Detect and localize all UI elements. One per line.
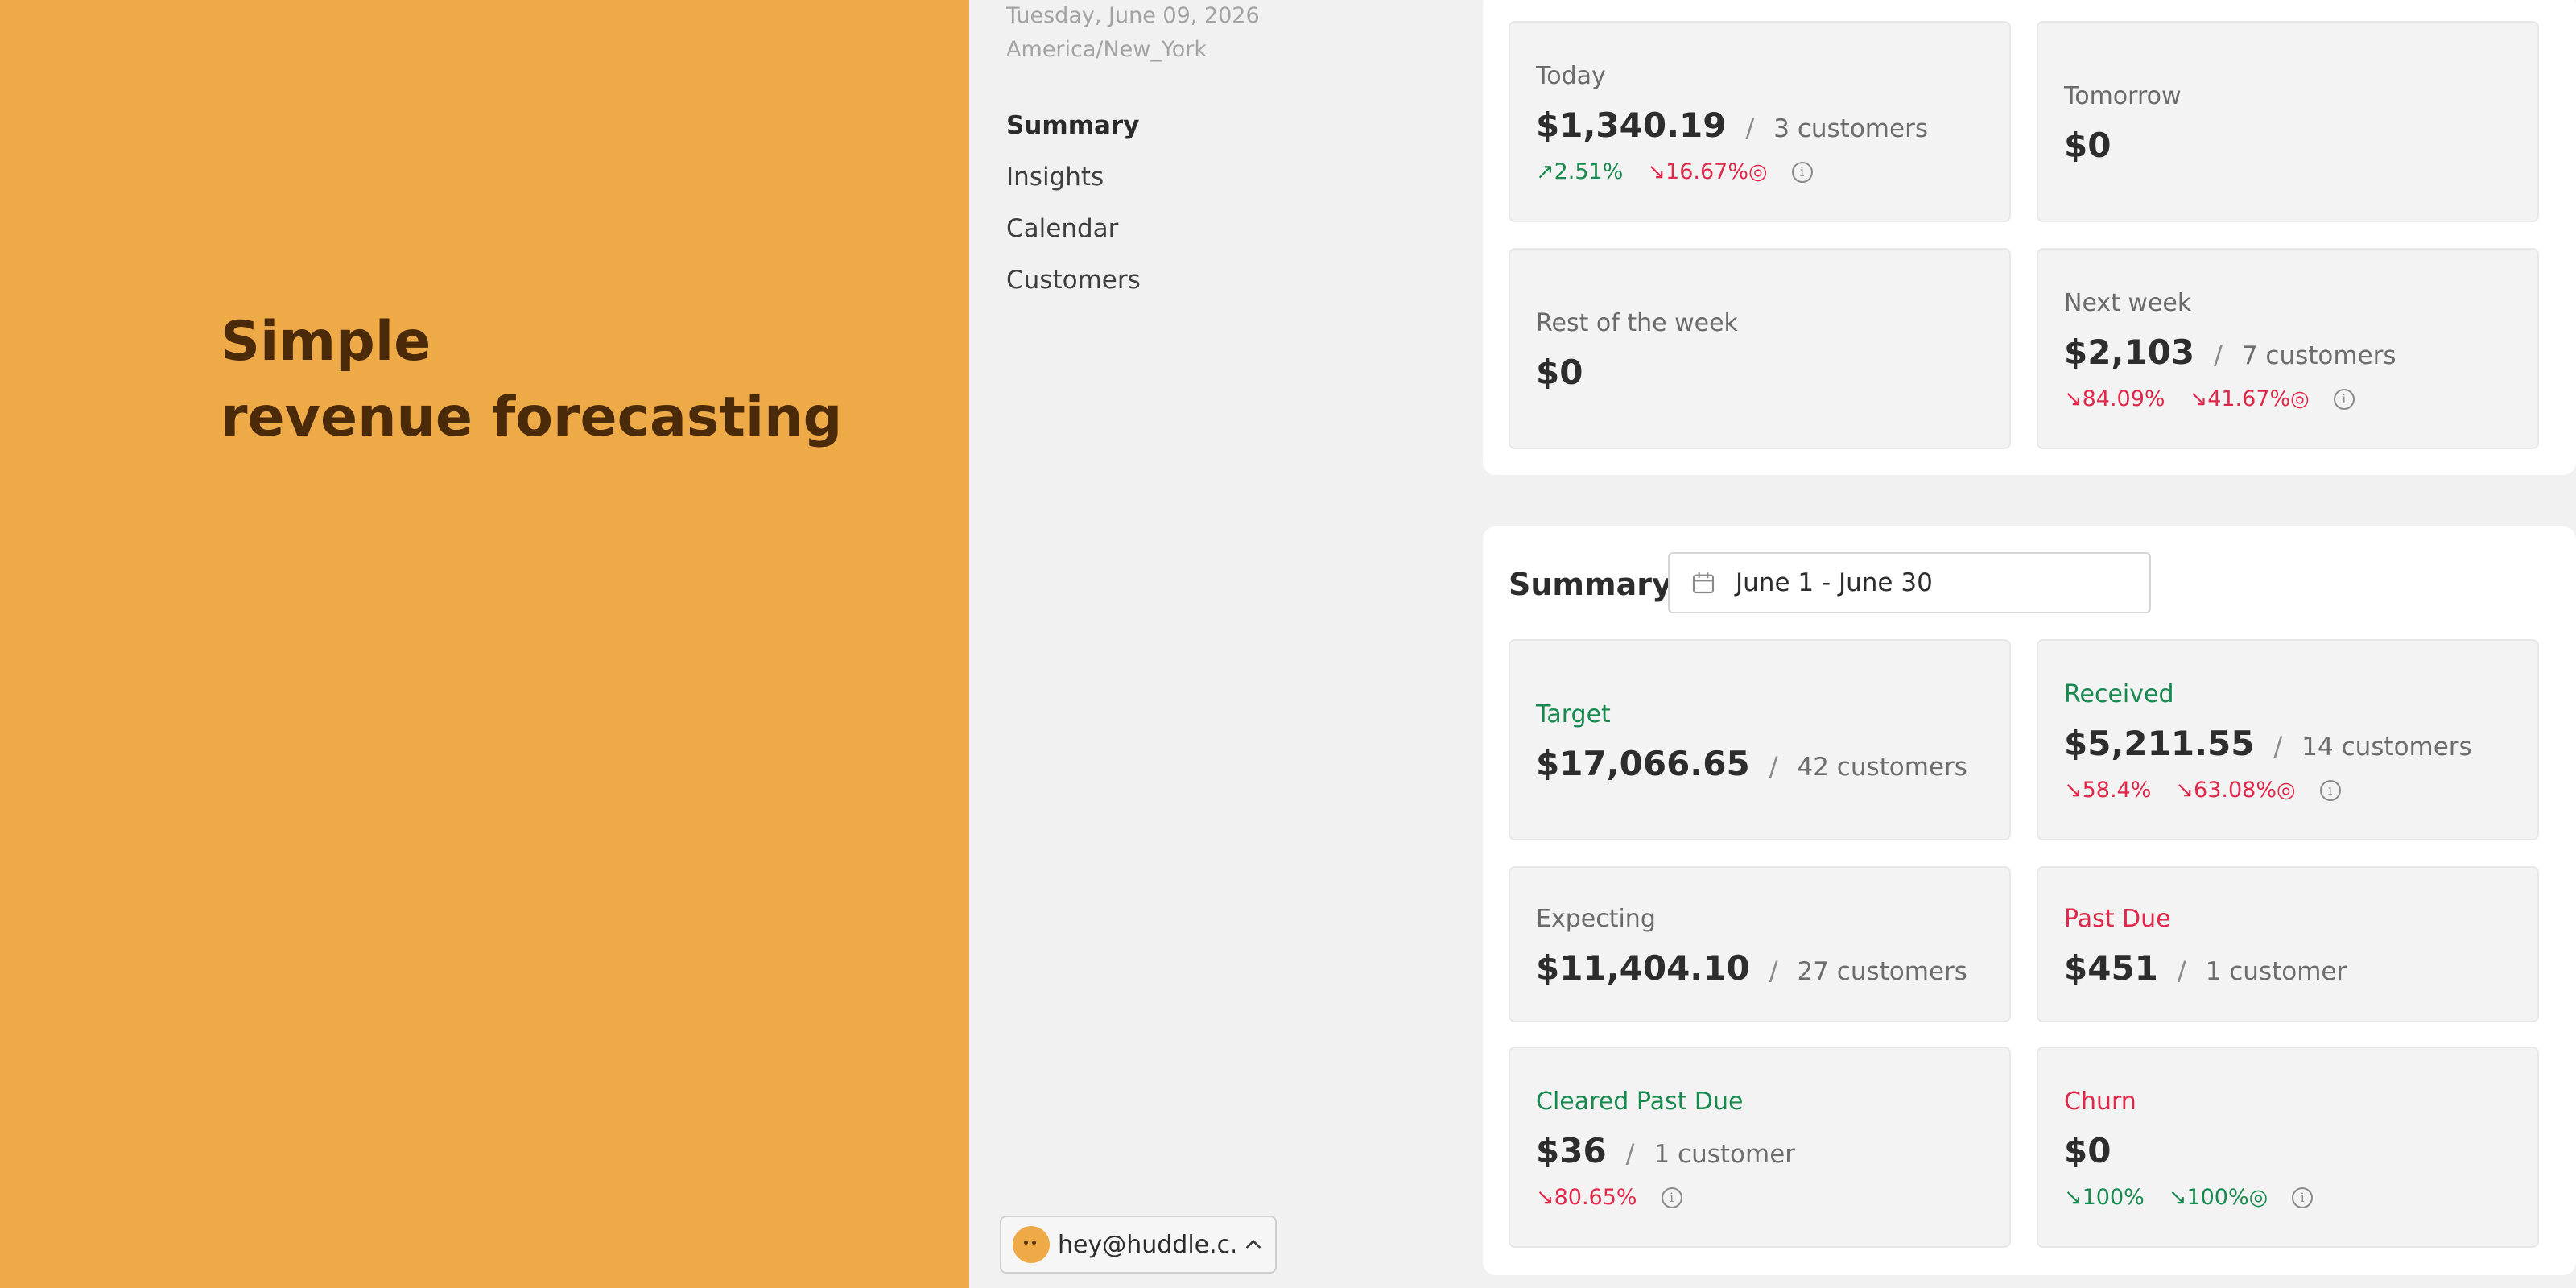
- card-past-due: Past Due $451 / 1 customer: [2037, 866, 2539, 1022]
- hero-title-line2: revenue forecasting: [221, 386, 843, 449]
- current-date: Tuesday, June 09, 2026: [1006, 3, 1260, 28]
- card-cleared-past-due: Cleared Past Due $36 / 1 customer ↘80.65…: [1509, 1046, 2011, 1248]
- card-amount: $0: [2064, 1131, 2112, 1170]
- user-email: hey@huddle.c...: [1058, 1230, 1235, 1259]
- sidebar-nav: Summary Insights Calendar Customers: [1006, 100, 1141, 306]
- nav-item-customers[interactable]: Customers: [1006, 254, 1141, 306]
- card-amount: $1,340.19: [1536, 105, 1727, 145]
- timezone: America/New_York: [1006, 37, 1208, 62]
- card-label: Target: [1536, 700, 1611, 729]
- separator: /: [1769, 955, 1778, 986]
- card-label: Expecting: [1536, 904, 1656, 933]
- forecast-panel: Today $1,340.19 / 3 customers ↗2.51% ↘16…: [1483, 0, 2576, 475]
- card-label: Received: [2064, 680, 2174, 708]
- card-amount: $451: [2064, 947, 2158, 988]
- sidebar: Tuesday, June 09, 2026 America/New_York …: [969, 0, 1481, 1288]
- nav-item-summary[interactable]: Summary: [1006, 100, 1141, 151]
- card-label: Tomorrow: [2064, 81, 2182, 110]
- card-customers: 1 customer: [1653, 1140, 1796, 1169]
- info-icon[interactable]: i: [2333, 388, 2355, 410]
- card-next-week: Next week $2,103 / 7 customers ↘84.09% ↘…: [2037, 248, 2539, 449]
- card-customers: 27 customers: [1797, 956, 1967, 986]
- chevron-up-icon: [1246, 1240, 1261, 1249]
- card-rest-of-week: Rest of the week $0: [1509, 248, 2011, 449]
- date-range-value: June 1 - June 30: [1736, 568, 1933, 597]
- separator: /: [1769, 750, 1778, 782]
- card-amount: $2,103: [2064, 332, 2195, 372]
- trend-down: ↘80.65%: [1536, 1185, 1637, 1210]
- trend-positive: ↘100%◎: [2168, 1185, 2268, 1210]
- card-target: Target $17,066.65 / 42 customers: [1509, 639, 2011, 840]
- card-today: Today $1,340.19 / 3 customers ↗2.51% ↘16…: [1509, 21, 2011, 222]
- card-amount: $5,211.55: [2064, 724, 2255, 763]
- summary-panel: Summary June 1 - June 30 Target $17,066.…: [1483, 526, 2576, 1275]
- card-tomorrow: Tomorrow $0: [2037, 21, 2539, 222]
- card-amount: $0: [2064, 125, 2112, 165]
- card-customers: 42 customers: [1797, 752, 1967, 782]
- trend-down: ↘84.09%: [2064, 386, 2165, 411]
- card-label: Churn: [2064, 1088, 2136, 1116]
- separator: /: [1625, 1138, 1635, 1169]
- summary-title: Summary: [1509, 567, 1672, 602]
- separator: /: [1745, 113, 1755, 143]
- card-label: Rest of the week: [1536, 308, 1738, 337]
- card-customers: 14 customers: [2301, 733, 2472, 762]
- card-customers: 1 customer: [2205, 956, 2347, 986]
- card-label: Next week: [2064, 289, 2192, 317]
- separator: /: [2273, 731, 2283, 762]
- trend-down: ↘16.67%◎: [1647, 159, 1768, 184]
- card-label: Past Due: [2064, 904, 2171, 933]
- card-label: Cleared Past Due: [1536, 1088, 1744, 1116]
- trend-positive: ↘100%: [2064, 1185, 2145, 1210]
- hero-title: Simple revenue forecasting: [221, 304, 842, 456]
- trend-down: ↘63.08%◎: [2175, 778, 2296, 803]
- card-label: Today: [1536, 62, 1606, 90]
- trend-up: ↗2.51%: [1536, 159, 1624, 184]
- calendar-icon: [1692, 572, 1715, 594]
- avatar: [1013, 1226, 1050, 1263]
- info-icon[interactable]: i: [2319, 779, 2341, 801]
- date-range-picker[interactable]: June 1 - June 30: [1668, 552, 2151, 613]
- hero-panel: Simple revenue forecasting: [0, 0, 969, 1288]
- card-amount: $17,066.65: [1536, 743, 1750, 783]
- trend-down: ↘58.4%: [2064, 778, 2152, 803]
- card-received: Received $5,211.55 / 14 customers ↘58.4%…: [2037, 639, 2539, 840]
- info-icon[interactable]: i: [1661, 1187, 1682, 1208]
- card-amount: $36: [1536, 1131, 1607, 1170]
- card-expecting: Expecting $11,404.10 / 27 customers: [1509, 866, 2011, 1022]
- card-churn: Churn $0 ↘100% ↘100%◎ i: [2037, 1046, 2539, 1248]
- info-icon[interactable]: i: [1791, 161, 1813, 183]
- card-amount: $11,404.10: [1536, 947, 1750, 988]
- info-icon[interactable]: i: [2292, 1187, 2314, 1208]
- card-amount: $0: [1536, 352, 1583, 392]
- user-menu-button[interactable]: hey@huddle.c...: [1000, 1216, 1277, 1274]
- trend-down: ↘41.67%◎: [2189, 386, 2310, 411]
- nav-item-insights[interactable]: Insights: [1006, 151, 1141, 203]
- hero-title-line1: Simple: [221, 310, 431, 374]
- separator: /: [2214, 340, 2223, 370]
- card-customers: 3 customers: [1773, 114, 1928, 143]
- separator: /: [2177, 955, 2186, 986]
- card-customers: 7 customers: [2241, 341, 2396, 370]
- nav-item-calendar[interactable]: Calendar: [1006, 203, 1141, 254]
